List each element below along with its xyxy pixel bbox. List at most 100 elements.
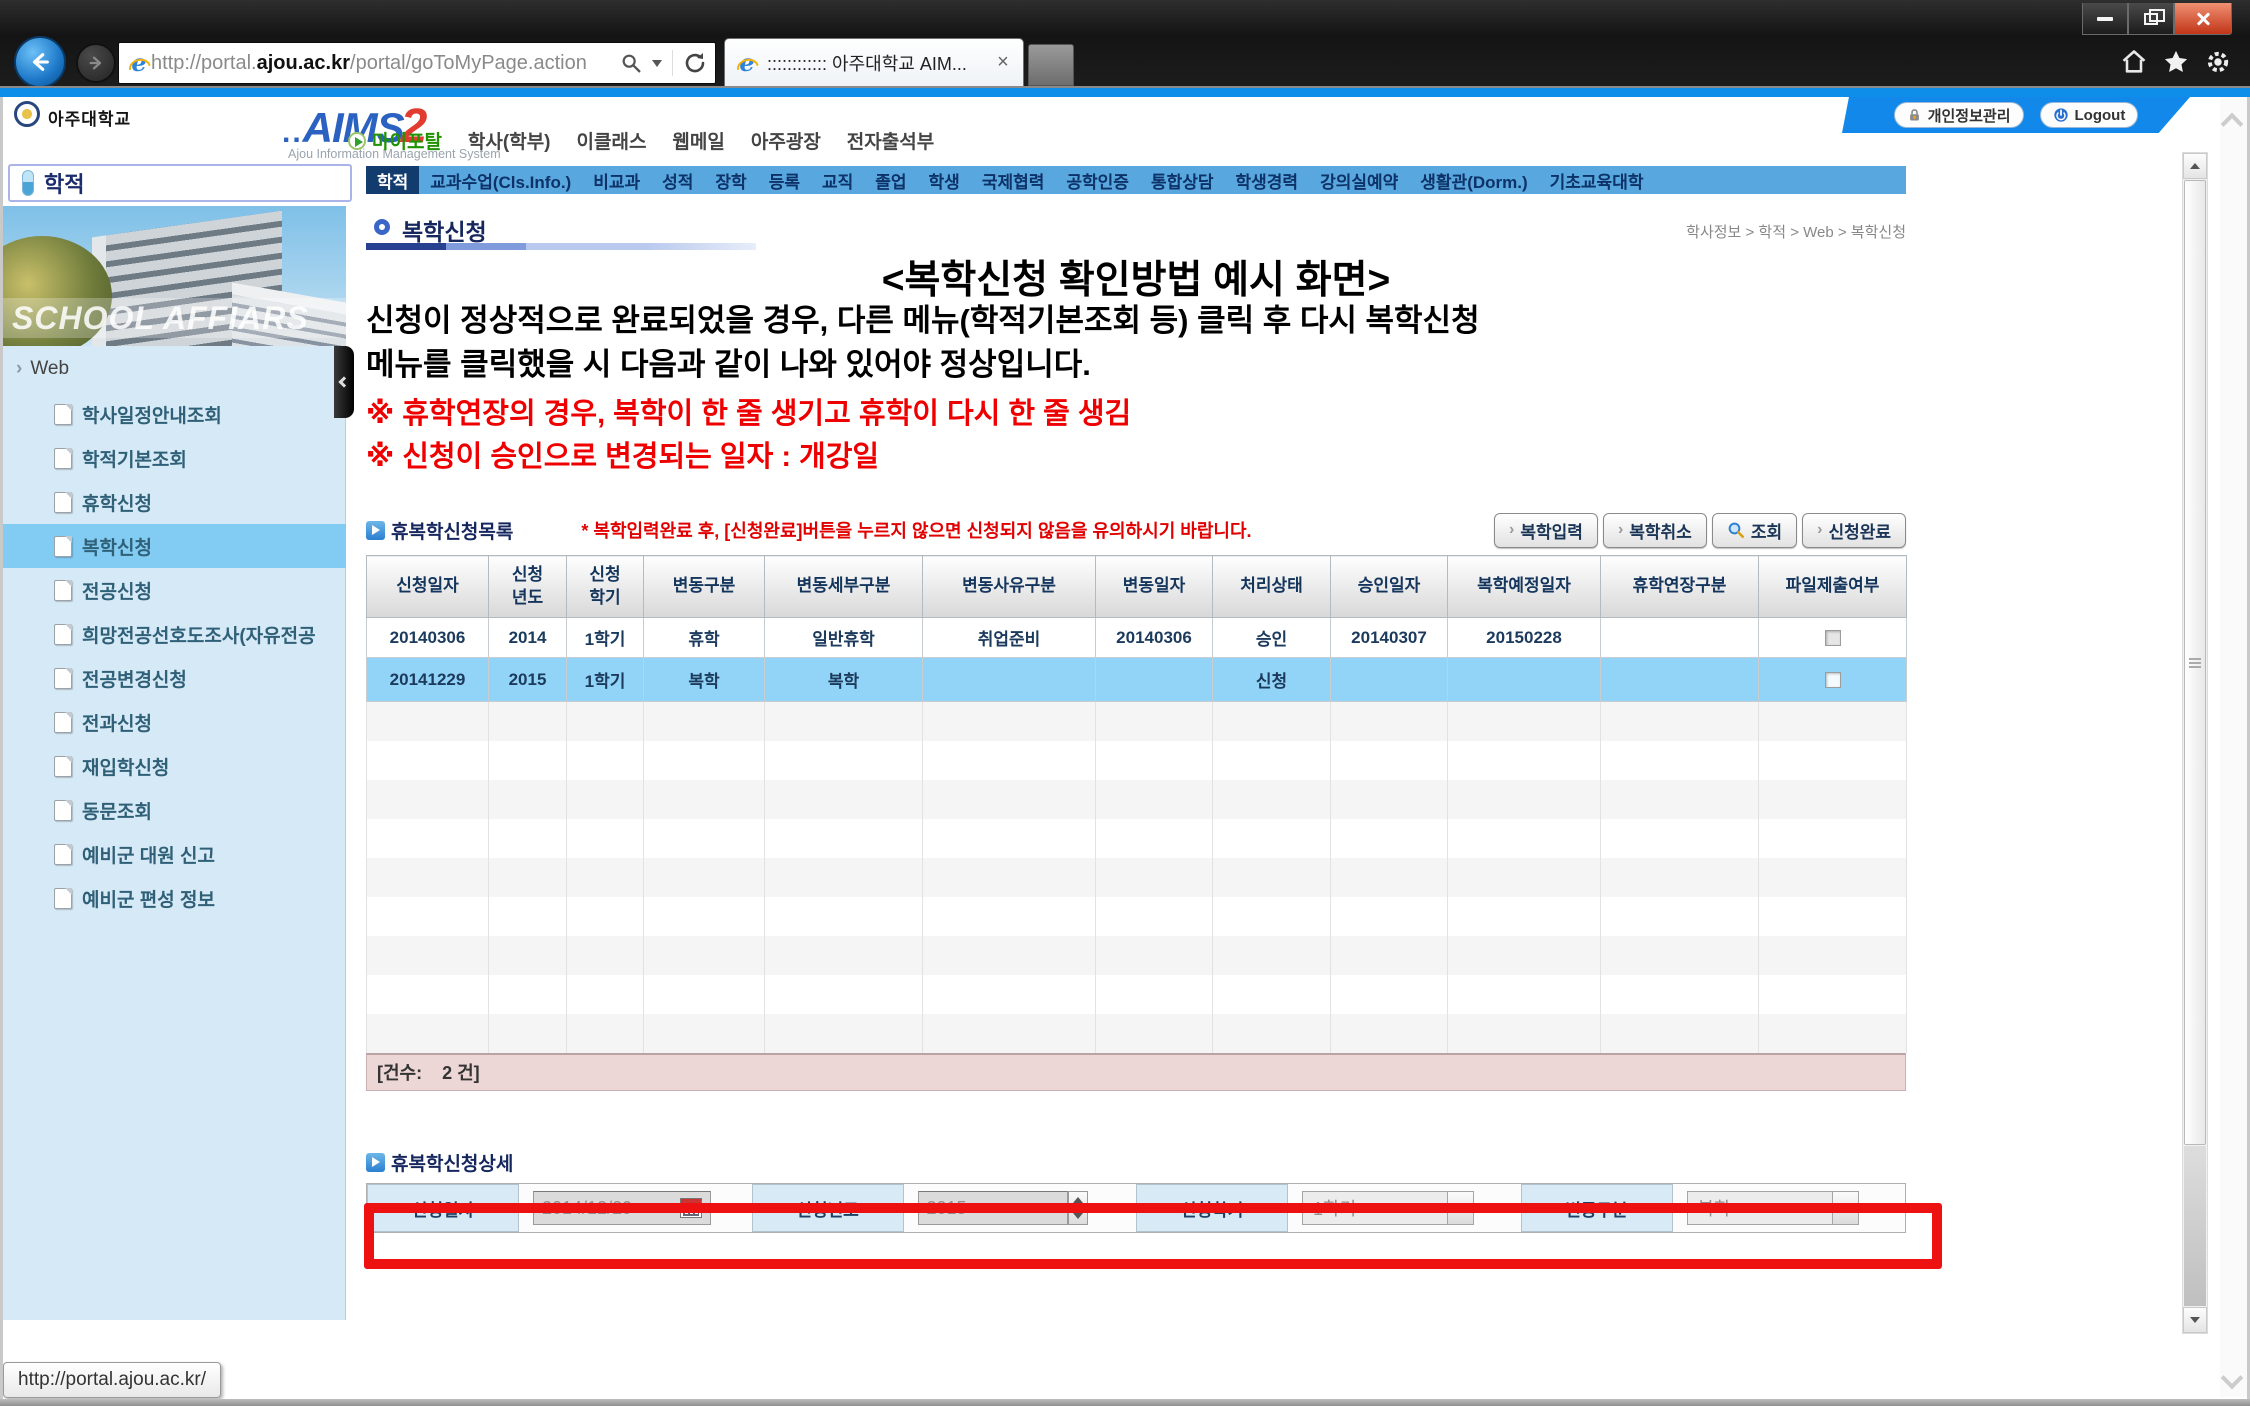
column-header-2[interactable]: 신청 학기 [567, 556, 644, 618]
sidebar-item-0[interactable]: 학사일정안내조회 [2, 392, 346, 436]
privacy-settings-button[interactable]: 개인정보관리 [1894, 102, 2024, 128]
table-header-row: 신청일자신청 년도신청 학기변동구분변동세부구분변동사유구분변동일자처리상태승인… [367, 556, 1907, 618]
nav-item-10[interactable]: 공학인증 [1055, 166, 1140, 194]
sidebar-item-4[interactable]: 전공신청 [2, 568, 346, 612]
cell [1601, 858, 1759, 897]
search-icon[interactable] [620, 52, 642, 74]
list-button-1[interactable]: ›복학취소 [1603, 513, 1707, 548]
sidebar-item-5[interactable]: 희망전공선호도조사(자유전공 [2, 612, 346, 656]
address-bar[interactable]: e http://portal.ajou.ac.kr/portal/goToMy… [118, 42, 716, 84]
nav-item-3[interactable]: 성적 [651, 166, 704, 194]
sidebar-item-9[interactable]: 동문조회 [2, 788, 346, 832]
nav-item-5[interactable]: 등록 [758, 166, 811, 194]
sidebar-collapse-handle[interactable] [334, 346, 354, 418]
logout-button[interactable]: Logout [2040, 102, 2139, 128]
cell [1448, 741, 1601, 780]
table-row[interactable]: 2014030620141학기휴학일반휴학취업준비20140306승인20140… [367, 618, 1907, 658]
list-button-3[interactable]: ›신청완료 [1802, 513, 1906, 548]
refresh-icon[interactable] [683, 51, 707, 75]
column-header-1[interactable]: 신청 년도 [489, 556, 567, 618]
sidebar-item-1[interactable]: 학적기본조회 [2, 436, 346, 480]
scroll-down-button[interactable] [2183, 1307, 2207, 1333]
search-dropdown-icon[interactable] [652, 60, 662, 67]
account-tab: 개인정보관리 Logout [1842, 97, 2190, 133]
cell [1331, 702, 1448, 741]
nav-item-8[interactable]: 학생 [918, 166, 971, 194]
cell: 20140307 [1331, 618, 1448, 658]
sidebar-item-6[interactable]: 전공변경신청 [2, 656, 346, 700]
column-header-11[interactable]: 파일제출여부 [1759, 556, 1907, 618]
nav-item-1[interactable]: 교과수업(Cls.Info.) [419, 166, 582, 194]
top-menu-item-0[interactable]: 마이포탈 [348, 127, 442, 154]
sidebar-item-7[interactable]: 전과신청 [2, 700, 346, 744]
sidebar-item-11[interactable]: 예비군 편성 정보 [2, 876, 346, 920]
page-icon [54, 800, 72, 821]
file-submit-checkbox[interactable] [1825, 630, 1841, 646]
cell: 20141229 [367, 658, 489, 702]
forward-button[interactable] [76, 43, 116, 83]
sidebar-item-8[interactable]: 재입학신청 [2, 744, 346, 788]
sidebar-item-3[interactable]: 복학신청 [2, 524, 346, 568]
status-bar-url: http://portal.ajou.ac.kr/ [3, 1362, 221, 1398]
sidebar-photo: SCHOOL AFFIARS [2, 206, 346, 346]
cell: 복학 [644, 658, 765, 702]
top-menu-item-1[interactable]: 학사(학부) [468, 127, 551, 154]
list-button-0[interactable]: ›복학입력 [1494, 513, 1598, 548]
nav-item-15[interactable]: 기초교육대학 [1539, 166, 1655, 194]
cell [489, 741, 567, 780]
column-header-7[interactable]: 처리상태 [1213, 556, 1331, 618]
list-button-2[interactable]: 조회 [1712, 513, 1797, 548]
cell [1759, 741, 1907, 780]
nav-item-9[interactable]: 국제협력 [971, 166, 1056, 194]
minimize-button[interactable] [2082, 3, 2128, 35]
file-submit-checkbox[interactable] [1825, 672, 1841, 688]
sidebar-item-2[interactable]: 휴학신청 [2, 480, 346, 524]
lock-icon [1907, 108, 1922, 123]
home-icon[interactable] [2120, 48, 2148, 76]
cell [1601, 1014, 1759, 1053]
settings-gear-icon[interactable] [2204, 48, 2232, 76]
top-menu-item-3[interactable]: 웹메일 [672, 127, 724, 154]
scroll-up-button[interactable] [2183, 153, 2207, 179]
nav-item-6[interactable]: 교직 [811, 166, 864, 194]
cell [1601, 897, 1759, 936]
cell [765, 741, 923, 780]
nav-item-14[interactable]: 생활관(Dorm.) [1409, 166, 1538, 194]
vertical-scrollbar[interactable] [2182, 152, 2208, 1334]
restore-button[interactable] [2128, 3, 2174, 35]
favorites-star-icon[interactable] [2162, 48, 2190, 76]
column-header-5[interactable]: 변동사유구분 [923, 556, 1096, 618]
column-header-8[interactable]: 승인일자 [1331, 556, 1448, 618]
top-menu-item-4[interactable]: 아주광장 [751, 127, 821, 154]
sidebar-group[interactable]: ›Web [16, 358, 69, 380]
nav-item-7[interactable]: 졸업 [864, 166, 917, 194]
scrollbar-track[interactable] [2184, 1146, 2206, 1306]
back-button[interactable] [14, 36, 66, 88]
column-header-3[interactable]: 변동구분 [644, 556, 765, 618]
nav-item-11[interactable]: 통합상담 [1140, 166, 1225, 194]
cell [644, 1014, 765, 1053]
top-menu-item-5[interactable]: 전자출석부 [847, 127, 934, 154]
sidebar-item-10[interactable]: 예비군 대원 신고 [2, 832, 346, 876]
nav-item-13[interactable]: 강의실예약 [1309, 166, 1409, 194]
column-header-4[interactable]: 변동세부구분 [765, 556, 923, 618]
empty-row [367, 819, 1907, 858]
tab-close-icon[interactable]: × [993, 51, 1013, 74]
column-header-9[interactable]: 복학예정일자 [1448, 556, 1601, 618]
empty-row [367, 897, 1907, 936]
column-header-0[interactable]: 신청일자 [367, 556, 489, 618]
nav-item-12[interactable]: 학생경력 [1225, 166, 1310, 194]
nav-item-0[interactable]: 학적 [366, 166, 419, 194]
nav-item-2[interactable]: 비교과 [582, 166, 651, 194]
browser-tab[interactable]: e :::::::::::: 아주대학교 AIM... × [724, 38, 1024, 86]
empty-row [367, 975, 1907, 1014]
column-header-6[interactable]: 변동일자 [1096, 556, 1213, 618]
cell [567, 819, 644, 858]
top-menu-item-2[interactable]: 이클래스 [577, 127, 647, 154]
nav-item-4[interactable]: 장학 [704, 166, 757, 194]
new-tab-button[interactable] [1028, 44, 1074, 86]
column-header-10[interactable]: 휴학연장구분 [1601, 556, 1759, 618]
table-row[interactable]: 2014122920151학기복학복학신청 [367, 658, 1907, 702]
scrollbar-thumb[interactable] [2184, 180, 2206, 1145]
close-button[interactable] [2174, 3, 2232, 35]
